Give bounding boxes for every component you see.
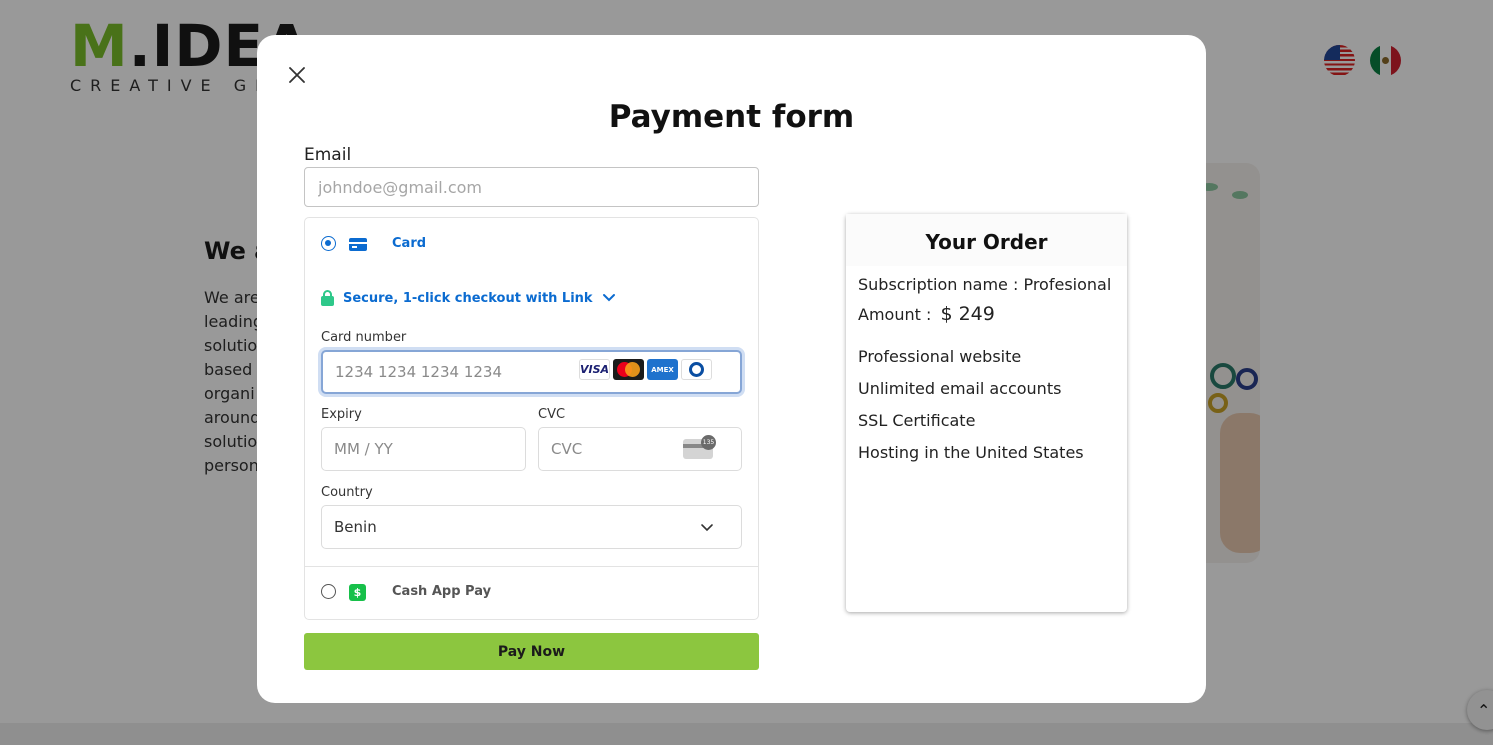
- country-value: Benin: [334, 518, 377, 536]
- link-checkout-toggle[interactable]: Secure, 1-click checkout with Link: [321, 290, 616, 306]
- card-brands: VISA AMEX: [579, 359, 712, 380]
- country-select[interactable]: Benin: [321, 505, 742, 549]
- amount-value: $ 249: [940, 303, 995, 325]
- payment-modal: Payment form Email Card Secure, 1-click …: [257, 35, 1206, 703]
- feature-item: Unlimited email accounts: [858, 379, 1062, 398]
- pay-now-button[interactable]: Pay Now: [304, 633, 759, 670]
- amount-label: Amount :: [858, 305, 932, 324]
- subscription-row: Subscription name : Profesional: [858, 275, 1111, 294]
- subscription-label: Subscription name :: [858, 275, 1019, 294]
- chevron-down-icon: [602, 294, 615, 302]
- close-button[interactable]: [285, 63, 309, 87]
- card-number-label: Card number: [321, 330, 407, 345]
- card-radio[interactable]: [321, 236, 336, 251]
- country-label: Country: [321, 485, 373, 500]
- order-title: Your Order: [925, 230, 1048, 254]
- feature-item: Hosting in the United States: [858, 443, 1084, 462]
- modal-title: Payment form: [608, 99, 855, 135]
- cvc-card-icon: 135: [683, 435, 716, 459]
- link-checkout-label: Secure, 1-click checkout with Link: [343, 290, 593, 306]
- feature-item: Professional website: [858, 347, 1022, 366]
- card-icon: [349, 238, 367, 251]
- order-summary: Your Order Subscription name : Profesion…: [846, 214, 1127, 612]
- email-label: Email: [304, 145, 352, 165]
- amount-row: Amount : $ 249: [858, 303, 995, 325]
- lock-icon: [321, 290, 334, 306]
- visa-icon: VISA: [579, 359, 610, 380]
- cvc-label: CVC: [538, 407, 566, 422]
- close-icon: [289, 67, 305, 83]
- chevron-down-icon: [701, 524, 713, 532]
- feature-item: SSL Certificate: [858, 411, 976, 430]
- expiry-input[interactable]: [321, 427, 526, 471]
- mastercard-icon: [613, 359, 644, 380]
- expiry-label: Expiry: [321, 407, 362, 422]
- payment-method-card[interactable]: Card: [392, 236, 426, 251]
- payment-method-cash-app[interactable]: Cash App Pay: [392, 584, 491, 599]
- cash-app-icon: $: [349, 584, 366, 601]
- payment-element: Card Secure, 1-click checkout with Link …: [304, 217, 759, 620]
- amex-icon: AMEX: [647, 359, 678, 380]
- email-input[interactable]: [304, 167, 759, 207]
- divider: [305, 566, 758, 567]
- cash-app-radio[interactable]: [321, 584, 336, 599]
- subscription-value: Profesional: [1023, 275, 1112, 294]
- diners-icon: [681, 359, 712, 380]
